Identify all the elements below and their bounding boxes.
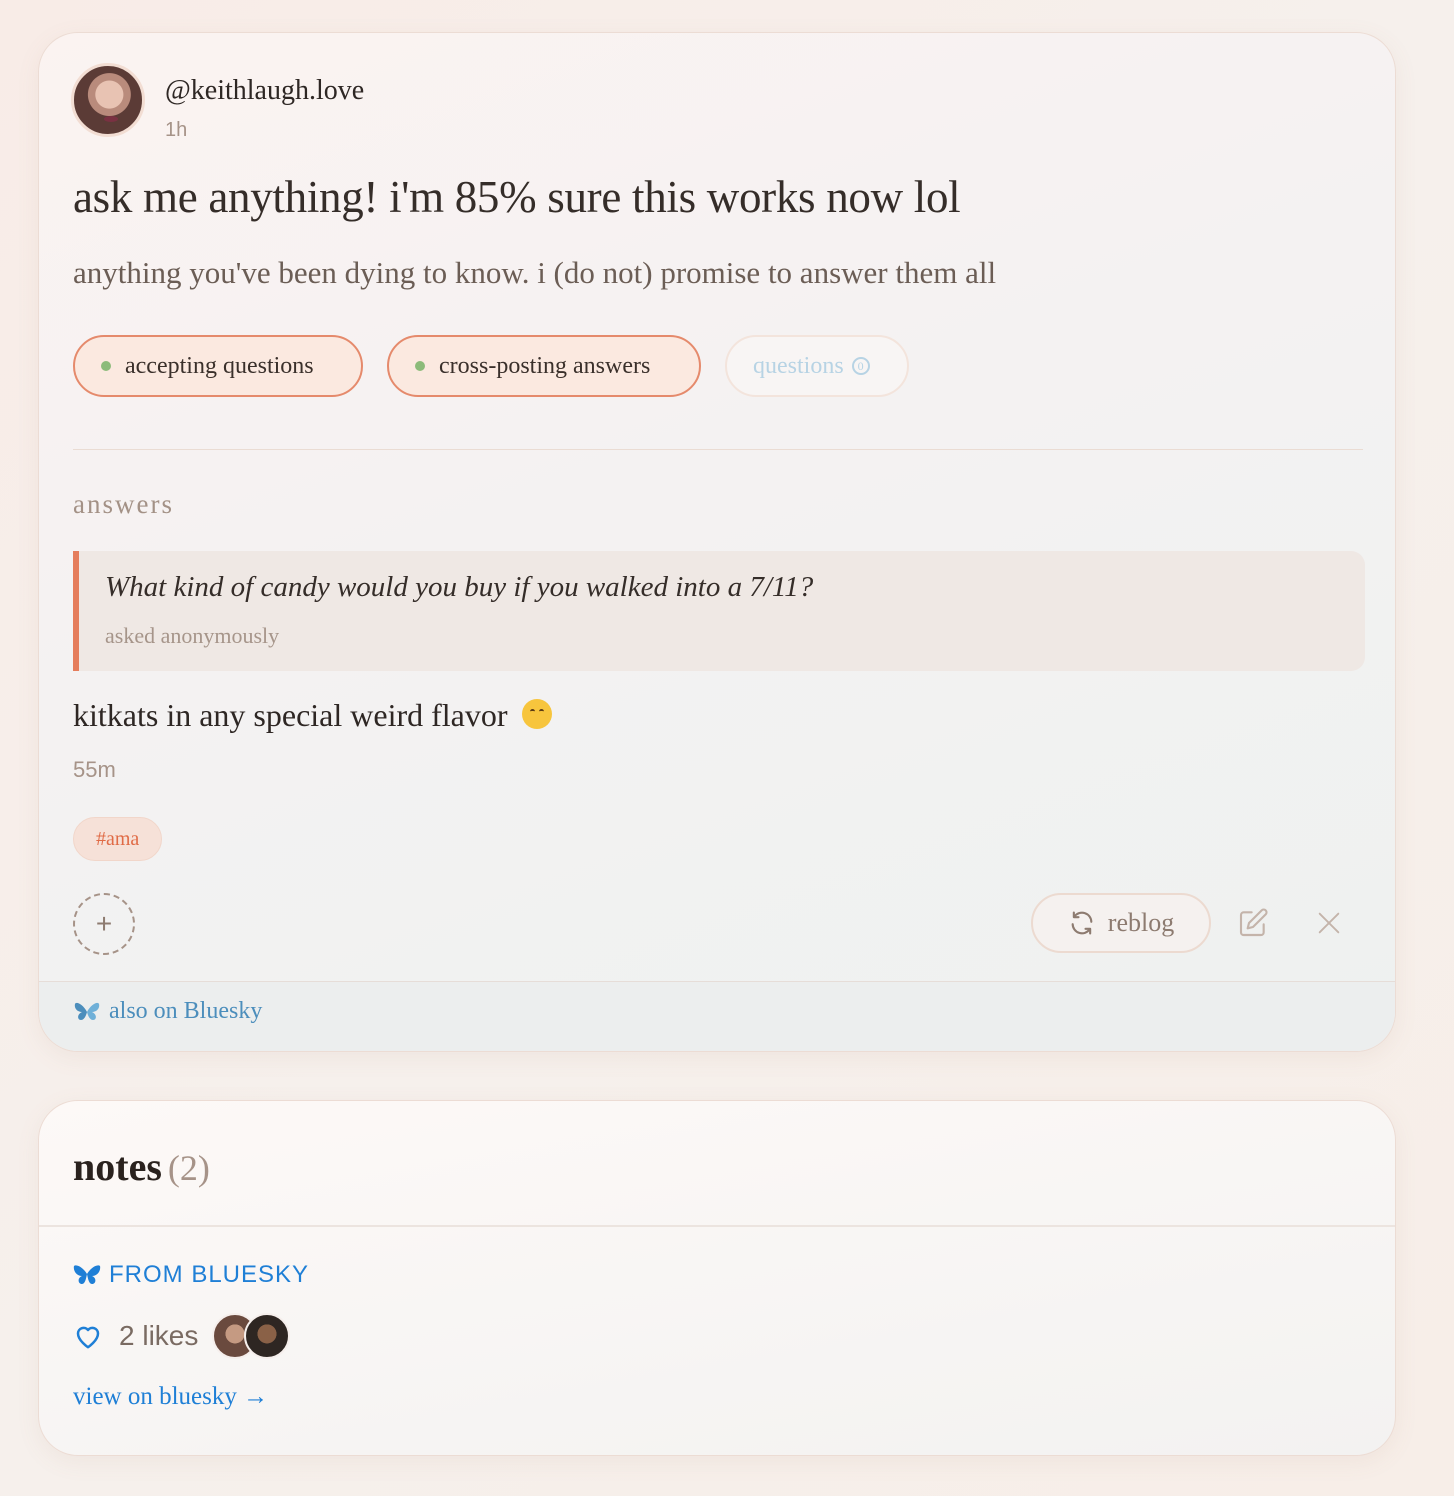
questions-button[interactable]: questions 0 bbox=[725, 335, 909, 397]
likes-row: 2 likes bbox=[73, 1313, 291, 1359]
answer-time: 55m bbox=[73, 757, 116, 782]
from-bluesky-text: FROM BLUESKY bbox=[109, 1261, 310, 1288]
avatar[interactable] bbox=[71, 63, 145, 137]
cross-posting-pill[interactable]: cross-posting answers bbox=[387, 335, 701, 397]
avatar[interactable] bbox=[244, 1313, 291, 1359]
questions-count-badge: 0 bbox=[851, 357, 870, 375]
post-subtitle: anything you've been dying to know. i (d… bbox=[73, 255, 997, 290]
author-handle[interactable]: @keithlaugh.love bbox=[165, 75, 364, 107]
asked-by: asked anonymously bbox=[105, 623, 280, 648]
also-on-bluesky-label: also on Bluesky bbox=[109, 998, 263, 1024]
post-title: ask me anything! i'm 85% sure this works… bbox=[73, 172, 961, 222]
status-dot-icon bbox=[415, 361, 425, 371]
add-button[interactable]: + bbox=[73, 893, 135, 955]
bluesky-icon bbox=[73, 1265, 101, 1284]
view-on-bluesky-link[interactable]: view on bluesky → bbox=[73, 1383, 268, 1411]
accepting-questions-pill[interactable]: accepting questions bbox=[73, 335, 363, 397]
divider bbox=[73, 449, 1363, 450]
question-text: What kind of candy would you buy if you … bbox=[105, 571, 814, 603]
post-time: 1h bbox=[165, 119, 188, 141]
notes-count: (2) bbox=[167, 1148, 210, 1188]
from-bluesky-label: FROM BLUESKY bbox=[73, 1261, 309, 1289]
post-footer: also on Bluesky bbox=[39, 981, 1395, 1051]
cross-posting-label: cross-posting answers bbox=[439, 352, 651, 379]
drooling-face-icon bbox=[521, 699, 552, 729]
notes-card: notes (2) FROM BLUESKY 2 likes view on bl… bbox=[38, 1100, 1396, 1456]
question-block: What kind of candy would you buy if you … bbox=[73, 551, 1365, 671]
questions-label: questions bbox=[753, 352, 844, 379]
divider bbox=[39, 1225, 1395, 1227]
butterfly-icon bbox=[74, 1002, 100, 1020]
close-icon[interactable] bbox=[1315, 909, 1343, 937]
post-card: @keithlaugh.love 1h ask me anything! i'm… bbox=[38, 32, 1396, 1052]
likes-count: 2 likes bbox=[119, 1320, 199, 1351]
reblog-icon bbox=[1071, 911, 1093, 935]
tag-ama[interactable]: #ama bbox=[73, 817, 163, 861]
also-on-bluesky-link[interactable]: also on Bluesky bbox=[73, 998, 262, 1025]
answers-heading: answers bbox=[73, 489, 174, 519]
accepting-questions-label: accepting questions bbox=[125, 352, 314, 379]
heart-icon bbox=[76, 1326, 100, 1349]
notes-title: notes bbox=[73, 1144, 162, 1189]
answer-text: kitkats in any special weird flavor bbox=[73, 697, 552, 734]
answer-body: kitkats in any special weird flavor bbox=[73, 697, 508, 733]
reblog-button[interactable]: reblog bbox=[1031, 893, 1211, 953]
notes-heading: notes (2) bbox=[73, 1143, 210, 1190]
edit-icon[interactable] bbox=[1237, 907, 1269, 939]
status-dot-icon bbox=[101, 361, 111, 371]
reblog-label: reblog bbox=[1107, 908, 1175, 937]
